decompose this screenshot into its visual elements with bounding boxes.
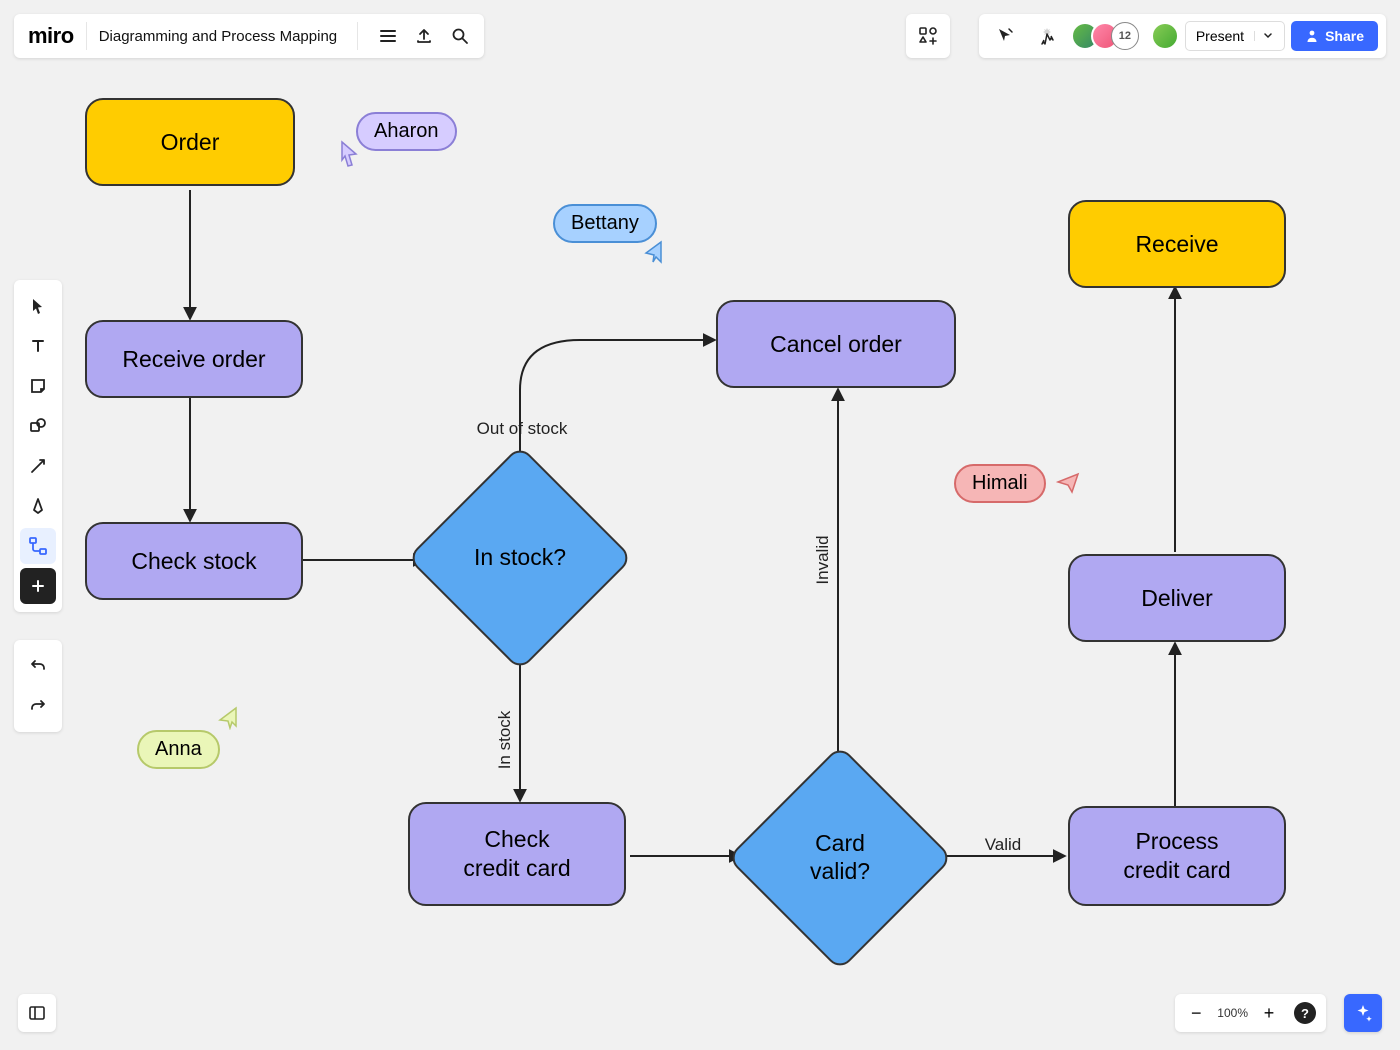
share-label: Share	[1325, 28, 1364, 44]
divider	[357, 22, 358, 50]
cursor-mode-icon[interactable]	[987, 18, 1023, 54]
node-label: Cancel order	[770, 331, 902, 358]
cursor-bettany: Bettany	[553, 204, 657, 243]
history-bar	[14, 640, 62, 732]
apps-icon[interactable]	[906, 14, 950, 58]
cursor-icon	[1056, 472, 1082, 496]
chevron-down-icon[interactable]	[1254, 31, 1274, 41]
zoom-value[interactable]: 100%	[1217, 1006, 1248, 1020]
node-label: Order	[161, 129, 220, 156]
cursor-label: Bettany	[553, 204, 657, 243]
search-icon[interactable]	[442, 18, 478, 54]
zoom-in-button[interactable]: +	[1258, 1002, 1280, 1024]
avatar-me[interactable]	[1151, 22, 1179, 50]
node-label: Process credit card	[1123, 827, 1230, 885]
cursor-icon	[643, 240, 665, 264]
edge-label: Invalid	[813, 535, 832, 584]
person-icon	[1305, 29, 1319, 43]
node-label: Deliver	[1141, 585, 1213, 612]
line-tool[interactable]	[20, 448, 56, 484]
cursor-icon	[216, 706, 240, 730]
menu-icon[interactable]	[370, 18, 406, 54]
redo-button[interactable]	[20, 688, 56, 724]
cursor-label: Anna	[137, 730, 220, 769]
node-in-stock-decision[interactable]: In stock?	[440, 478, 600, 638]
ai-assist-button[interactable]	[1344, 994, 1382, 1032]
export-icon[interactable]	[406, 18, 442, 54]
node-deliver[interactable]: Deliver	[1068, 554, 1286, 642]
cursor-icon	[338, 140, 360, 168]
cursor-label: Himali	[954, 464, 1046, 503]
node-label: Check credit card	[463, 825, 570, 883]
node-order[interactable]: Order	[85, 98, 295, 186]
cursor-anna: Anna	[137, 730, 220, 769]
present-label: Present	[1196, 28, 1244, 44]
cursor-himali: Himali	[954, 464, 1082, 503]
logo[interactable]: miro	[28, 23, 74, 49]
node-label: Card valid?	[760, 778, 920, 938]
sticky-tool[interactable]	[20, 368, 56, 404]
text-tool[interactable]	[20, 328, 56, 364]
board-title[interactable]: Diagramming and Process Mapping	[99, 28, 345, 45]
present-button[interactable]: Present	[1185, 21, 1285, 51]
node-receive[interactable]: Receive	[1068, 200, 1286, 288]
node-check-credit-card[interactable]: Check credit card	[408, 802, 626, 906]
help-button[interactable]: ?	[1294, 1002, 1316, 1024]
node-receive-order[interactable]: Receive order	[85, 320, 303, 398]
toolbar	[14, 280, 62, 612]
edge-label: In stock	[495, 710, 514, 769]
node-label: In stock?	[440, 478, 600, 638]
zoom-out-button[interactable]: −	[1185, 1002, 1207, 1024]
node-cancel-order[interactable]: Cancel order	[716, 300, 956, 388]
undo-button[interactable]	[20, 648, 56, 684]
cursor-aharon: Aharon	[356, 112, 457, 151]
avatar-overflow[interactable]: 12	[1111, 22, 1139, 50]
top-bar: miro Diagramming and Process Mapping	[14, 14, 484, 58]
collab-bar: 12 Present Share	[979, 14, 1386, 58]
panel-toggle-icon[interactable]	[18, 994, 56, 1032]
zoom-bar: − 100% + ?	[1175, 994, 1326, 1032]
reactions-icon[interactable]	[1029, 18, 1065, 54]
cursor-label: Aharon	[356, 112, 457, 151]
divider	[86, 22, 87, 50]
edge-label: Out of stock	[477, 419, 568, 438]
node-label: Receive order	[122, 346, 265, 373]
node-check-stock[interactable]: Check stock	[85, 522, 303, 600]
diagram-tool[interactable]	[20, 528, 56, 564]
edge-label: Valid	[985, 835, 1022, 854]
select-tool[interactable]	[20, 288, 56, 324]
avatar-stack[interactable]: 12	[1071, 22, 1139, 50]
node-label: Check stock	[131, 548, 256, 575]
share-button[interactable]: Share	[1291, 21, 1378, 51]
node-card-valid-decision[interactable]: Card valid?	[760, 778, 920, 938]
more-tool[interactable]	[20, 568, 56, 604]
pen-tool[interactable]	[20, 488, 56, 524]
node-label: Receive	[1135, 231, 1218, 258]
shapes-tool[interactable]	[20, 408, 56, 444]
node-process-credit-card[interactable]: Process credit card	[1068, 806, 1286, 906]
